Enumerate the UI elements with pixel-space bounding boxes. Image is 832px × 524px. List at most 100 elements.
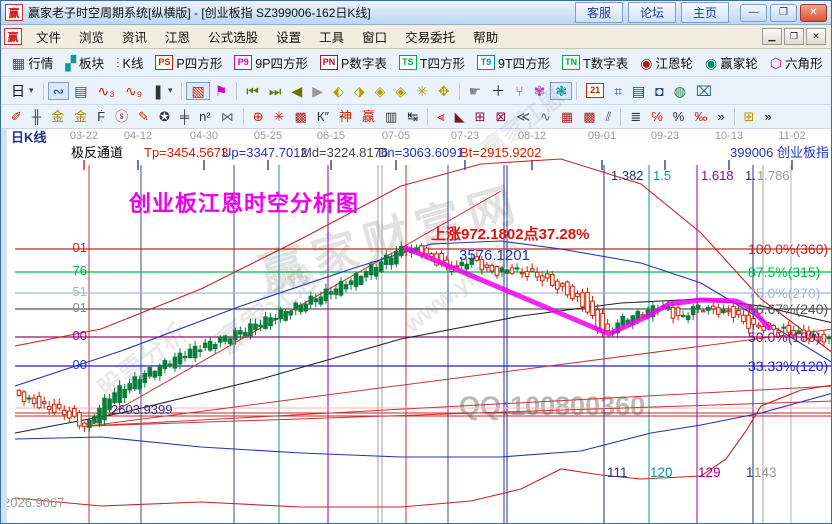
grid-target-button[interactable]: ▩ bbox=[290, 108, 312, 125]
shen-tool-button[interactable]: 神 bbox=[334, 108, 357, 125]
menu-item-资讯[interactable]: 资讯 bbox=[113, 24, 156, 49]
gann-wheel-button[interactable]: ◉江恩轮 bbox=[634, 50, 699, 75]
spiral-tool-button[interactable]: ⓢ bbox=[110, 108, 133, 125]
menu-item-交易委托[interactable]: 交易委托 bbox=[396, 24, 464, 49]
export-web-button[interactable]: ◍ bbox=[669, 82, 691, 100]
time-ruler-button[interactable]: ╫ bbox=[27, 108, 46, 125]
homepage-button[interactable]: 主页 bbox=[681, 2, 729, 23]
t-square-button[interactable]: TST四方形 bbox=[393, 50, 471, 75]
minimize-button[interactable]: — bbox=[740, 4, 767, 22]
star-cycle-button[interactable]: ✳ bbox=[269, 108, 290, 125]
kline-chart-area[interactable]: 赢家财富网赢家江恩股票分析www.yingjia赢家江恩QQ:100800360… bbox=[1, 129, 832, 524]
gann-wheel-button-icon: ◉ bbox=[640, 56, 652, 70]
last-page-button[interactable]: ⏭ bbox=[264, 82, 287, 100]
diamond-right-button[interactable]: ⬗ bbox=[349, 82, 370, 100]
restore-button[interactable]: ❐ bbox=[770, 4, 797, 22]
gann-box-button[interactable]: ⊞ bbox=[470, 108, 491, 125]
fan-lines-button[interactable]: ⫷ bbox=[432, 108, 449, 125]
menu-item-浏览[interactable]: 浏览 bbox=[70, 24, 113, 49]
diamond-expand-button[interactable]: ◈ bbox=[370, 82, 391, 100]
n2-tool-button[interactable]: n² bbox=[194, 108, 216, 125]
red-grid2-button[interactable]: ▩ bbox=[578, 108, 600, 125]
next-button[interactable]: ▶ bbox=[307, 82, 328, 100]
percent-button[interactable]: % bbox=[668, 108, 690, 125]
overflow-chevron-1[interactable]: » bbox=[828, 53, 831, 73]
menu-item-帮助[interactable]: 帮助 bbox=[464, 24, 507, 49]
info-panel-button[interactable]: ▤ bbox=[69, 82, 92, 100]
time-clock-button[interactable]: ✪ bbox=[154, 108, 175, 125]
sector-button[interactable]: ▞板块 bbox=[59, 50, 110, 75]
k2-label-button[interactable]: К″ bbox=[312, 108, 334, 125]
mdi-minimize-button[interactable]: ▁ bbox=[762, 28, 782, 45]
diamond-left-button[interactable]: ⬖ bbox=[328, 82, 349, 100]
calculator-button[interactable]: ⌗ bbox=[609, 82, 627, 100]
crosshair-button[interactable]: ＋ bbox=[486, 82, 510, 100]
menu-bar: 赢 文件浏览资讯江恩公式选股设置工具窗口交易委托帮助 ▁❐✕ bbox=[1, 25, 831, 49]
gann-fan-button[interactable]: ◣ bbox=[450, 108, 470, 125]
rail-tool-button[interactable]: ▥ bbox=[380, 108, 402, 125]
ying-tool-button[interactable]: 赢 bbox=[357, 108, 380, 125]
calendar-button[interactable]: 21 bbox=[581, 81, 609, 100]
fibo-ruler-button[interactable]: Ḟ bbox=[92, 108, 110, 125]
mirror-tool-button[interactable]: ⋈ bbox=[216, 108, 239, 125]
toolbar-separator bbox=[576, 82, 577, 100]
kline-button[interactable]: ⫶K线 bbox=[110, 50, 149, 75]
customer-service-button[interactable]: 客服 bbox=[575, 2, 623, 23]
menu-item-公式选股[interactable]: 公式选股 bbox=[199, 24, 267, 49]
percent-slash-button[interactable]: ℅ bbox=[646, 108, 668, 125]
channel-indicator-button[interactable]: ∾ bbox=[48, 82, 70, 100]
save-button[interactable]: ◘ bbox=[650, 82, 668, 100]
yellow-grid-button[interactable]: ⊞ bbox=[739, 108, 760, 125]
diamond-compress-button[interactable]: ◈ bbox=[390, 82, 411, 100]
menu-item-工具[interactable]: 工具 bbox=[310, 24, 353, 49]
mdi-close-button[interactable]: ✕ bbox=[806, 28, 826, 45]
flag-marker-button[interactable]: ⚑ bbox=[210, 82, 233, 100]
ying-tool-button-icon: 赢 bbox=[362, 110, 375, 123]
menu-item-文件[interactable]: 文件 bbox=[27, 24, 70, 49]
wave9-button[interactable]: ∿₉ bbox=[120, 82, 147, 100]
mdi-restore-button[interactable]: ❐ bbox=[784, 28, 804, 45]
date-tick-label: 10-13 bbox=[709, 130, 749, 143]
menu-item-窗口[interactable]: 窗口 bbox=[353, 24, 396, 49]
parallel-lines-button[interactable]: ⫽ bbox=[601, 108, 617, 125]
pen-measure-button[interactable]: ✎ bbox=[133, 108, 154, 125]
first-page-button[interactable]: ⏮ bbox=[241, 82, 264, 100]
menu-item-设置[interactable]: 设置 bbox=[267, 24, 310, 49]
hexagon-button[interactable]: ⬡六角形 bbox=[764, 50, 829, 75]
p-square-button[interactable]: PSP四方形 bbox=[149, 50, 228, 75]
stat-list-button[interactable]: ≣ bbox=[625, 108, 646, 125]
yellow-grid-button-icon: ⊞ bbox=[744, 110, 755, 123]
forum-button[interactable]: 论坛 bbox=[628, 2, 676, 23]
wave3-button[interactable]: ∿₃ bbox=[93, 82, 120, 100]
flag-marker-button-icon: ⚑ bbox=[215, 84, 228, 98]
gold-ratio-button[interactable]: 金 bbox=[46, 108, 69, 125]
target-circle-button[interactable]: ⊕ bbox=[248, 108, 269, 125]
overflow-chevron-3[interactable]: » bbox=[759, 108, 776, 125]
9t-square-button[interactable]: T99T四方形 bbox=[471, 50, 556, 75]
t-digit-table-button[interactable]: TNT数字表 bbox=[556, 50, 634, 75]
winner-wheel-button[interactable]: ◉赢家轮 bbox=[699, 50, 764, 75]
span-measure-button[interactable]: ↹ bbox=[402, 108, 423, 125]
memo-button[interactable]: ▤ bbox=[627, 82, 650, 100]
9t-square-button-label: 9T四方形 bbox=[498, 53, 550, 72]
period-dropdown[interactable]: 日▾ bbox=[6, 82, 39, 100]
menu-item-江恩[interactable]: 江恩 bbox=[156, 24, 199, 49]
hand-tool-button[interactable]: ☛ bbox=[464, 82, 487, 100]
gold-ratio2-button[interactable]: 金 bbox=[69, 108, 92, 125]
gann-text-button[interactable]: ▧ bbox=[186, 82, 209, 100]
diamond-star-button[interactable]: ✳ bbox=[411, 82, 433, 100]
overflow-chevron-2[interactable]: » bbox=[712, 108, 729, 125]
prev-button[interactable]: ◀ bbox=[287, 82, 308, 100]
price-ruler-button[interactable]: ╪ bbox=[175, 108, 194, 125]
percent-line-button[interactable]: ‰ bbox=[689, 108, 712, 125]
candle-style-dropdown[interactable]: ❚▾ bbox=[147, 82, 177, 100]
p-digit-table-button[interactable]: PNP数字表 bbox=[314, 50, 393, 75]
red-grid-button-icon: ▦ bbox=[561, 110, 573, 123]
quotes-button[interactable]: ▦行情 bbox=[6, 50, 59, 75]
export-pc-button[interactable]: ⌧ bbox=[691, 82, 717, 100]
9p-square-button[interactable]: P99P四方形 bbox=[228, 50, 314, 75]
close-button[interactable]: ✕ bbox=[800, 4, 827, 22]
knife-tool-button[interactable]: ✐ bbox=[6, 108, 27, 125]
diamond-move-button[interactable]: ✥ bbox=[433, 82, 455, 100]
cycle-ratio-label: 1.786 bbox=[757, 169, 790, 184]
